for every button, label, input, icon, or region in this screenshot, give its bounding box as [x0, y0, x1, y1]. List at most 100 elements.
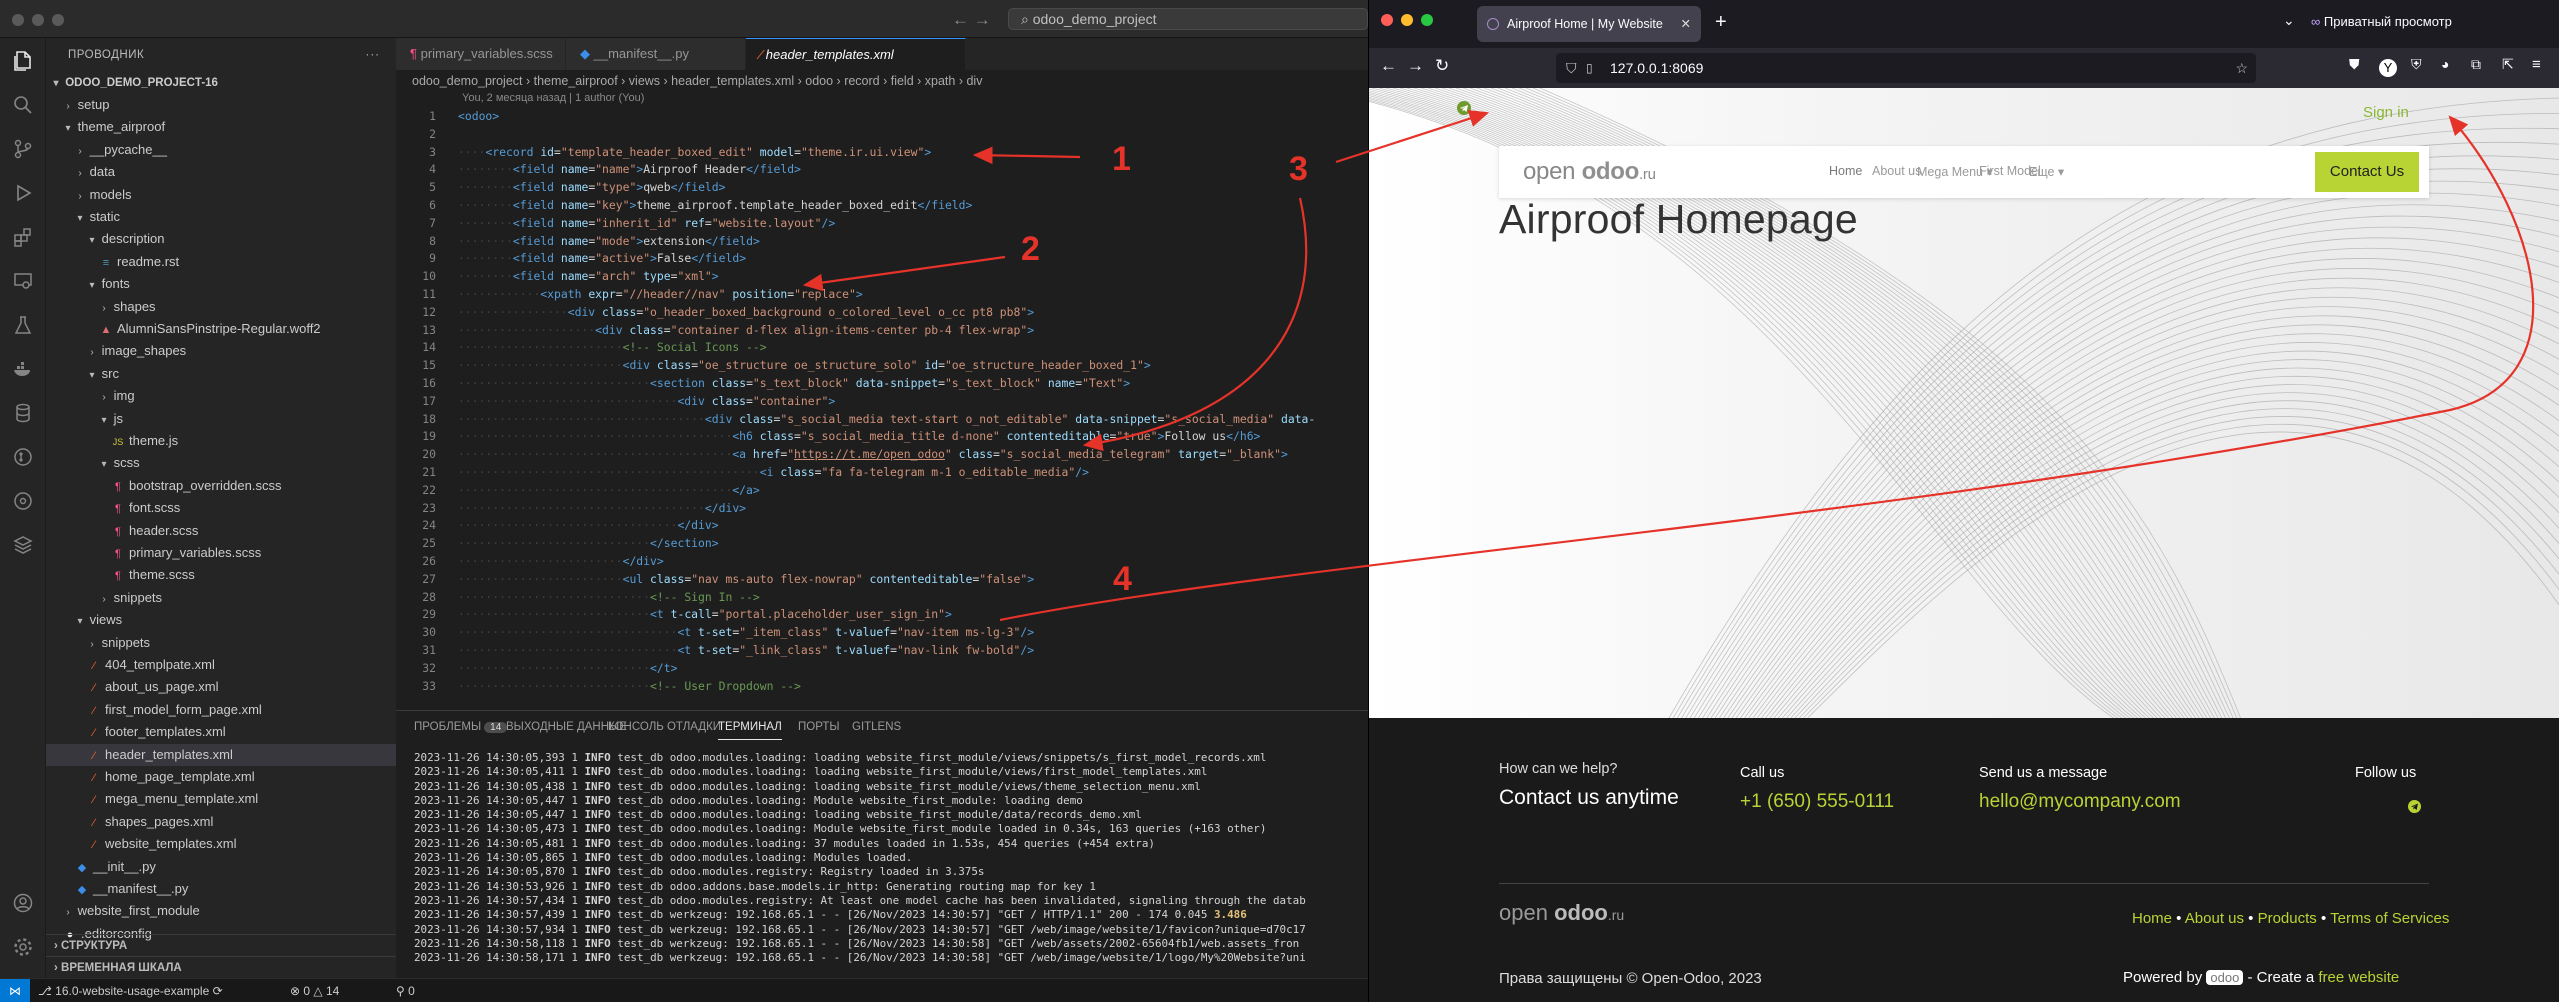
breadcrumb-item[interactable]: theme_airproof [534, 74, 618, 88]
run-debug-icon[interactable] [8, 178, 38, 208]
testing-icon[interactable] [8, 310, 38, 340]
folder-item[interactable]: ▾ views [46, 609, 396, 631]
search-icon[interactable] [8, 90, 38, 120]
file-item[interactable]: ▲ AlumniSansPinstripe-Regular.woff2 [46, 318, 396, 340]
extension-color-icon[interactable]: ◕ [2441, 56, 2449, 72]
file-item[interactable]: JS theme.js [46, 430, 396, 452]
file-item[interactable]: ◆ __init__.py [46, 856, 396, 878]
code-line[interactable]: 12 ················<div class="o_header_b… [396, 304, 1368, 322]
extensions-puzzle-icon[interactable]: ⧉ [2471, 56, 2481, 73]
extensions-icon[interactable] [8, 222, 38, 252]
terminal-output[interactable]: 2023-11-26 14:30:05,393 1 INFO test_db o… [414, 751, 1364, 965]
file-item[interactable]: ⁄ 404_templpate.xml [46, 654, 396, 676]
code-line[interactable]: 26 ························</div> [396, 553, 1368, 571]
code-line[interactable]: 17 ································<div c… [396, 393, 1368, 411]
contact-us-button[interactable]: Contact Us [2315, 152, 2419, 192]
code-line[interactable]: 10 ········<field name="arch" type="xml"> [396, 268, 1368, 286]
code-line[interactable]: 21 ······································… [396, 464, 1368, 482]
reload-icon[interactable]: ↻ [1435, 56, 1449, 76]
code-line[interactable]: 16 ····························<section c… [396, 375, 1368, 393]
branch-status[interactable]: ⎇ 16.0-website-usage-example ⟳ [38, 979, 223, 1002]
timeline-section[interactable]: › ВРЕМЕННАЯ ШКАЛА [46, 956, 396, 978]
url-bar[interactable]: ⛉ ▯ 127.0.0.1:8069 ☆ [1556, 53, 2256, 83]
code-line[interactable]: 23 ····································</… [396, 500, 1368, 518]
code-line[interactable]: 13 ····················<div class="contai… [396, 322, 1368, 340]
tab-list-chevron-icon[interactable]: ⌄ [2283, 12, 2295, 29]
file-item[interactable]: ≡ readme.rst [46, 251, 396, 273]
close-window-button[interactable] [1381, 14, 1393, 26]
footer-link[interactable]: About us [2185, 910, 2244, 927]
remote-explorer-icon[interactable] [8, 266, 38, 296]
file-item[interactable]: ⁄ first_model_form_page.xml [46, 699, 396, 721]
nav-item-0[interactable]: Home [1829, 164, 1862, 178]
more-actions-icon[interactable]: ··· [366, 38, 381, 72]
source-control-icon[interactable] [8, 134, 38, 164]
share-icon[interactable]: ⇱ [2502, 56, 2514, 73]
panel-tab-5[interactable]: GITLENS [852, 721, 901, 733]
gitlens-inspect-icon[interactable] [8, 486, 38, 516]
code-line[interactable]: 22 ······································… [396, 482, 1368, 500]
file-item[interactable]: ¶ font.scss [46, 497, 396, 519]
code-line[interactable]: 31 ································<t t-s… [396, 642, 1368, 660]
breadcrumb-item[interactable]: record [844, 74, 879, 88]
database-icon[interactable] [8, 398, 38, 428]
codelens-blame[interactable]: You, 2 месяца назад | 1 author (You) [462, 92, 644, 104]
outline-section[interactable]: › СТРУКТУРА [46, 934, 396, 956]
code-line[interactable]: 33 ····························<!-- User … [396, 678, 1368, 696]
folder-item[interactable]: ▾ fonts [46, 273, 396, 295]
footer-link[interactable]: Products [2258, 910, 2317, 927]
explorer-icon[interactable] [8, 46, 38, 76]
code-line[interactable]: 6 ········<field name="key">theme_airproo… [396, 197, 1368, 215]
browser-tab[interactable]: Airproof Home | My Website ✕ [1477, 6, 1701, 42]
bookmark-star-icon[interactable]: ☆ [2235, 53, 2248, 83]
folder-item[interactable]: › models [46, 184, 396, 206]
minimize-window-button[interactable] [1401, 14, 1413, 26]
code-line[interactable]: 20 ······································… [396, 446, 1368, 464]
maximize-window-button[interactable] [1421, 14, 1433, 26]
file-item[interactable]: ¶ header.scss [46, 520, 396, 542]
odoo-badge[interactable]: odoo [2206, 970, 2244, 985]
file-item[interactable]: ⁄ website_templates.xml [46, 833, 396, 855]
code-line[interactable]: 28 ····························<!-- Sign … [396, 589, 1368, 607]
code-line[interactable]: 11 ············<xpath expr="//header//nav… [396, 286, 1368, 304]
ports-status[interactable]: ⚲ 0 [396, 979, 415, 1002]
file-item[interactable]: ⁄ shapes_pages.xml [46, 811, 396, 833]
breadcrumb-item[interactable]: views [629, 74, 660, 88]
remote-indicator-icon[interactable]: ⋈ [0, 979, 30, 1002]
folder-item[interactable]: ▾ src [46, 363, 396, 385]
folder-item[interactable]: › img [46, 385, 396, 407]
breadcrumb-item[interactable]: div [966, 74, 982, 88]
profile-avatar-icon[interactable]: Y [2379, 59, 2397, 77]
code-line[interactable]: 1 <odoo> [396, 108, 1368, 126]
footer-link[interactable]: Home [2132, 910, 2172, 927]
command-center-search[interactable]: ⌕ odoo_demo_project [1008, 8, 1368, 30]
history-nav-arrows[interactable]: ← → [952, 10, 991, 30]
nav-item-4[interactable]: Еще ▾ [2029, 164, 2064, 179]
panel-tab-3[interactable]: ТЕРМИНАЛ [718, 721, 782, 740]
layers-icon[interactable] [8, 530, 38, 560]
code-line[interactable]: 4 ········<field name="name">Airproof Hea… [396, 161, 1368, 179]
breadcrumb-item[interactable]: xpath [925, 74, 956, 88]
code-line[interactable]: 15 ························<div class="oe… [396, 357, 1368, 375]
folder-item[interactable]: › image_shapes [46, 340, 396, 362]
folder-item[interactable]: › data [46, 161, 396, 183]
code-line[interactable]: 32 ····························</t> [396, 660, 1368, 678]
panel-tab-2[interactable]: КОНСОЛЬ ОТЛАДКИ [608, 721, 721, 733]
code-line[interactable]: 24 ································</div> [396, 517, 1368, 535]
code-line[interactable]: 29 ····························<t t-call=… [396, 606, 1368, 624]
code-line[interactable]: 25 ····························</section> [396, 535, 1368, 553]
breadcrumb-item[interactable]: odoo_demo_project [412, 74, 523, 88]
file-item[interactable]: ⁄ header_templates.xml [46, 743, 396, 766]
gitlens-icon[interactable] [8, 442, 38, 472]
panel-tab-0[interactable]: ПРОБЛЕМЫ 14 [414, 721, 508, 733]
hamburger-menu-icon[interactable]: ≡ [2532, 56, 2541, 73]
new-tab-icon[interactable]: + [1715, 11, 1727, 34]
code-line[interactable]: 3 ····<record id="template_header_boxed_e… [396, 144, 1368, 162]
problems-status[interactable]: ⊗ 0 △ 14 [290, 979, 339, 1002]
folder-item[interactable]: ▾ description [46, 228, 396, 250]
folder-item[interactable]: › snippets [46, 632, 396, 654]
code-line[interactable]: 5 ········<field name="type">qweb</field> [396, 179, 1368, 197]
maximize-window-button[interactable] [52, 14, 64, 26]
file-item[interactable]: ¶ theme.scss [46, 564, 396, 586]
editor-tab[interactable]: ⁄ header_templates.xml [746, 38, 966, 70]
